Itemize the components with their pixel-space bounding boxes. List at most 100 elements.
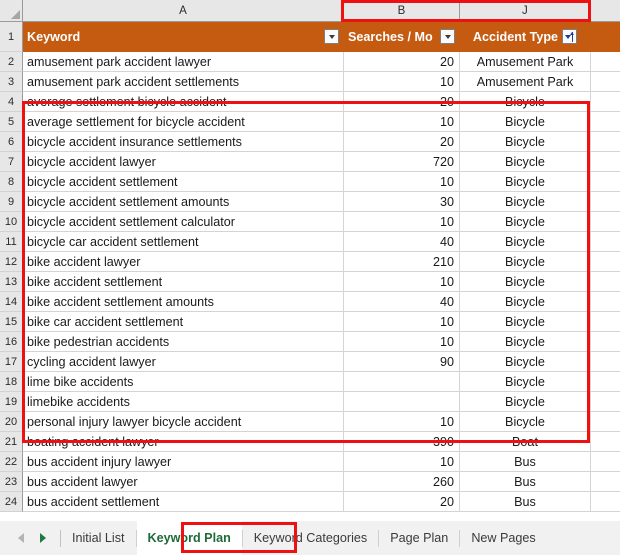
filter-dropdown-keyword[interactable]: [324, 29, 339, 44]
cell-accident-type[interactable]: Bicycle: [460, 172, 591, 192]
cell-searches-per-month[interactable]: 20: [344, 52, 460, 72]
cell-accident-type[interactable]: Bicycle: [460, 372, 591, 392]
cell-accident-type[interactable]: Bicycle: [460, 352, 591, 372]
cell-searches-per-month[interactable]: 10: [344, 332, 460, 352]
select-all-corner[interactable]: [0, 0, 23, 22]
row-header-14[interactable]: 14: [0, 292, 23, 312]
row-header-22[interactable]: 22: [0, 452, 23, 472]
cell-keyword[interactable]: cycling accident lawyer: [23, 352, 344, 372]
cell-accident-type[interactable]: Bicycle: [460, 212, 591, 232]
cell-keyword[interactable]: bicycle accident insurance settlements: [23, 132, 344, 152]
table-row[interactable]: 13 bike accident settlement 10 Bicycle: [0, 272, 620, 292]
table-row[interactable]: 12 bike accident lawyer 210 Bicycle: [0, 252, 620, 272]
row-header-9[interactable]: 9: [0, 192, 23, 212]
row-header-7[interactable]: 7: [0, 152, 23, 172]
previous-sheet-arrow-icon[interactable]: [18, 533, 24, 543]
table-row[interactable]: 8 bicycle accident settlement 10 Bicycle: [0, 172, 620, 192]
cell-accident-type[interactable]: Bicycle: [460, 152, 591, 172]
table-row[interactable]: 19 limebike accidents Bicycle: [0, 392, 620, 412]
cell-accident-type[interactable]: Bicycle: [460, 132, 591, 152]
sheet-tab-new-pages[interactable]: New Pages: [460, 521, 547, 555]
cell-accident-type[interactable]: Amusement Park: [460, 72, 591, 92]
row-header-17[interactable]: 17: [0, 352, 23, 372]
cell-keyword[interactable]: amusement park accident settlements: [23, 72, 344, 92]
table-row[interactable]: 2 amusement park accident lawyer 20 Amuseme…: [0, 52, 620, 72]
table-row[interactable]: 7 bicycle accident lawyer 720 Bicycle: [0, 152, 620, 172]
row-header-23[interactable]: 23: [0, 472, 23, 492]
sheet-tab-keyword-categories[interactable]: Keyword Categories: [242, 521, 379, 555]
row-header-5[interactable]: 5: [0, 112, 23, 132]
cell-searches-per-month[interactable]: 20: [344, 132, 460, 152]
cell-searches-per-month[interactable]: [344, 392, 460, 412]
cell-keyword[interactable]: limebike accidents: [23, 392, 344, 412]
table-row[interactable]: 17 cycling accident lawyer 90 Bicycle: [0, 352, 620, 372]
cell-accident-type[interactable]: Bicycle: [460, 272, 591, 292]
cell-accident-type[interactable]: Bus: [460, 472, 591, 492]
cell-searches-per-month[interactable]: [344, 372, 460, 392]
cell-accident-type[interactable]: Amusement Park: [460, 52, 591, 72]
table-row[interactable]: 5 average settlement for bicycle accident…: [0, 112, 620, 132]
table-row[interactable]: 21 boating accident lawyer 390 Boat: [0, 432, 620, 452]
cell-keyword[interactable]: boating accident lawyer: [23, 432, 344, 452]
cell-keyword[interactable]: bike car accident settlement: [23, 312, 344, 332]
cell-keyword[interactable]: bus accident settlement: [23, 492, 344, 512]
cell-keyword[interactable]: average settlement for bicycle accident: [23, 112, 344, 132]
table-row[interactable]: 16 bike pedestrian accidents 10 Bicycle: [0, 332, 620, 352]
cell-searches-per-month[interactable]: 90: [344, 352, 460, 372]
row-header-21[interactable]: 21: [0, 432, 23, 452]
cell-keyword[interactable]: bus accident injury lawyer: [23, 452, 344, 472]
column-header-j[interactable]: J: [460, 0, 591, 22]
cell-keyword[interactable]: bike pedestrian accidents: [23, 332, 344, 352]
row-header-11[interactable]: 11: [0, 232, 23, 252]
row-header-1[interactable]: 1: [0, 22, 23, 52]
filter-sort-ascending-accident-type[interactable]: [562, 29, 578, 44]
cell-searches-per-month[interactable]: 10: [344, 272, 460, 292]
cell-accident-type[interactable]: Bicycle: [460, 112, 591, 132]
cell-accident-type[interactable]: Bicycle: [460, 192, 591, 212]
cell-searches-per-month[interactable]: 210: [344, 252, 460, 272]
cell-accident-type[interactable]: Bicycle: [460, 312, 591, 332]
cell-searches-per-month[interactable]: 10: [344, 212, 460, 232]
cell-keyword[interactable]: bicycle car accident settlement: [23, 232, 344, 252]
row-header-10[interactable]: 10: [0, 212, 23, 232]
row-header-3[interactable]: 3: [0, 72, 23, 92]
table-row[interactable]: 4 average settlement bicycle accident 20 Bi…: [0, 92, 620, 112]
sheet-tab-keyword-plan[interactable]: Keyword Plan: [136, 521, 242, 555]
cell-accident-type[interactable]: Bicycle: [460, 92, 591, 112]
row-header-20[interactable]: 20: [0, 412, 23, 432]
cell-accident-type[interactable]: Bus: [460, 492, 591, 512]
cell-searches-per-month[interactable]: 20: [344, 92, 460, 112]
row-header-15[interactable]: 15: [0, 312, 23, 332]
cell-accident-type[interactable]: Bus: [460, 452, 591, 472]
row-header-8[interactable]: 8: [0, 172, 23, 192]
table-row[interactable]: 14 bike accident settlement amounts 40 Bicy…: [0, 292, 620, 312]
cell-searches-per-month[interactable]: 720: [344, 152, 460, 172]
cell-searches-per-month[interactable]: 10: [344, 112, 460, 132]
cell-accident-type[interactable]: Bicycle: [460, 292, 591, 312]
table-row[interactable]: 23 bus accident lawyer 260 Bus: [0, 472, 620, 492]
row-header-24[interactable]: 24: [0, 492, 23, 512]
row-header-19[interactable]: 19: [0, 392, 23, 412]
cell-searches-per-month[interactable]: 40: [344, 232, 460, 252]
cell-keyword[interactable]: bike accident settlement: [23, 272, 344, 292]
row-header-2[interactable]: 2: [0, 52, 23, 72]
cell-searches-per-month[interactable]: 10: [344, 172, 460, 192]
cell-accident-type[interactable]: Bicycle: [460, 232, 591, 252]
sheet-tab-page-plan[interactable]: Page Plan: [379, 521, 460, 555]
table-row[interactable]: 11 bicycle car accident settlement 40 Bicyc…: [0, 232, 620, 252]
column-header-a[interactable]: A: [23, 0, 344, 22]
cell-keyword[interactable]: bike accident settlement amounts: [23, 292, 344, 312]
row-header-6[interactable]: 6: [0, 132, 23, 152]
column-header-b[interactable]: B: [344, 0, 460, 22]
filter-dropdown-searches[interactable]: [440, 29, 455, 44]
cell-searches-per-month[interactable]: 260: [344, 472, 460, 492]
sheet-tab-initial-list[interactable]: Initial List: [61, 521, 136, 555]
cell-searches-per-month[interactable]: 10: [344, 312, 460, 332]
table-row[interactable]: 3 amusement park accident settlements 10 Am…: [0, 72, 620, 92]
cell-searches-per-month[interactable]: 390: [344, 432, 460, 452]
table-row[interactable]: 24 bus accident settlement 20 Bus: [0, 492, 620, 512]
cell-searches-per-month[interactable]: 20: [344, 492, 460, 512]
cell-keyword[interactable]: average settlement bicycle accident: [23, 92, 344, 112]
cell-keyword[interactable]: personal injury lawyer bicycle accident: [23, 412, 344, 432]
cell-searches-per-month[interactable]: 30: [344, 192, 460, 212]
